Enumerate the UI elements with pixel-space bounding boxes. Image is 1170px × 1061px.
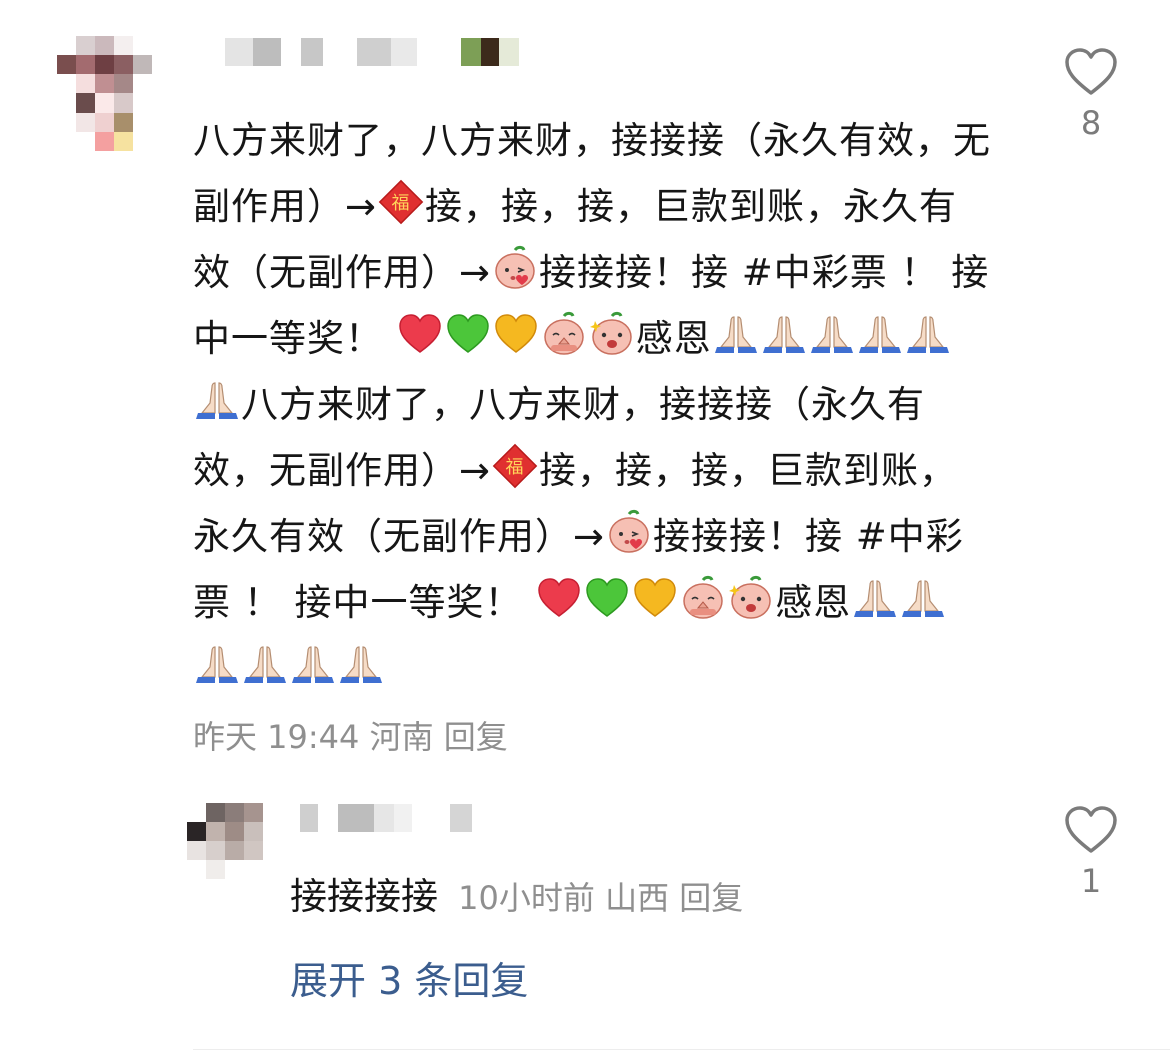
folded-hands-icon: [761, 311, 807, 357]
expand-replies-button[interactable]: 展开 3 条回复: [290, 950, 528, 1005]
reply-like-count: 1: [1080, 862, 1102, 900]
reply-reply-button[interactable]: 回复: [679, 879, 743, 917]
comment-location: 河南: [369, 718, 434, 756]
svg-text:福: 福: [506, 457, 525, 478]
reply-time: 10小时前: [458, 879, 595, 917]
praying-face-icon: [680, 575, 726, 621]
folded-hands-icon: [338, 641, 384, 687]
kiss-face-icon: [606, 509, 652, 555]
folded-hands-icon: [905, 311, 951, 357]
red-heart-icon: [397, 311, 443, 357]
like-button[interactable]: 8: [1061, 48, 1121, 142]
fu-icon: 福: [492, 443, 538, 489]
folded-hands-icon: [809, 311, 855, 357]
comment-text-segment: 感恩: [775, 581, 852, 624]
heart-outline-icon: [1065, 806, 1117, 853]
comment-time: 昨天 19:44: [193, 718, 360, 756]
folded-hands-icon: [290, 641, 336, 687]
reply-text: 接接接接: [290, 875, 438, 918]
svg-text:福: 福: [392, 193, 411, 214]
comment-text-segment: 感恩: [635, 317, 712, 360]
green-heart-icon: [445, 311, 491, 357]
excited-face-icon: [589, 311, 635, 357]
like-count: 8: [1080, 104, 1102, 142]
folded-hands-icon: [713, 311, 759, 357]
reply-like-button[interactable]: 1: [1061, 806, 1121, 900]
username[interactable]: [225, 38, 519, 66]
excited-face-icon: [728, 575, 774, 621]
divider: [193, 1049, 1170, 1050]
reply-location: 山西: [605, 879, 670, 917]
comment-meta: 昨天 19:44 河南 回复: [193, 712, 508, 758]
reply-avatar[interactable]: [187, 803, 263, 879]
folded-hands-icon: [194, 641, 240, 687]
reply-text-row: 接接接接 10小时前 山西 回复: [290, 866, 743, 920]
fu-icon: 福: [378, 179, 424, 225]
green-heart-icon: [584, 575, 630, 621]
reply-button[interactable]: 回复: [444, 718, 508, 756]
reply-username[interactable]: [300, 804, 472, 832]
avatar[interactable]: [57, 36, 152, 151]
comment-text: 八方来财了，八方来财，接接接（永久有效，无副作用）→ 福接，接，接，巨款到账，永久…: [193, 108, 993, 702]
folded-hands-icon: [194, 377, 240, 423]
praying-face-icon: [541, 311, 587, 357]
yellow-heart-icon: [632, 575, 678, 621]
folded-hands-icon: [900, 575, 946, 621]
heart-outline-icon: [1065, 48, 1117, 95]
folded-hands-icon: [852, 575, 898, 621]
red-heart-icon: [536, 575, 582, 621]
yellow-heart-icon: [493, 311, 539, 357]
kiss-face-icon: [492, 245, 538, 291]
folded-hands-icon: [242, 641, 288, 687]
folded-hands-icon: [857, 311, 903, 357]
